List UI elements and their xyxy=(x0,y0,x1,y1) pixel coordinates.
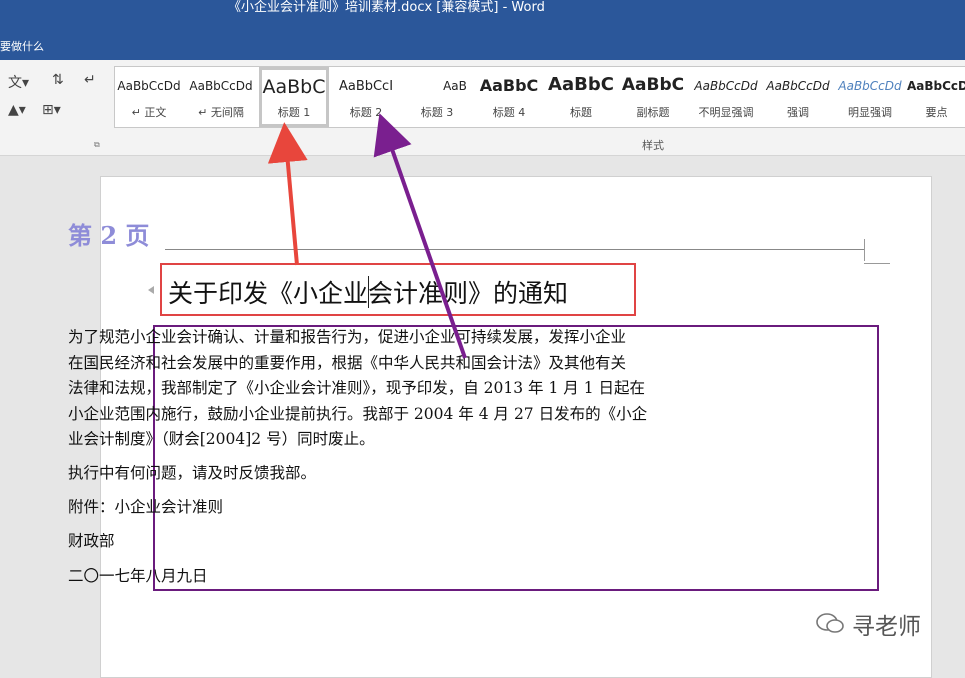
style-item-strong[interactable]: AaBbCcDd 要点 xyxy=(907,67,965,125)
asian-layout-icon[interactable]: 文▾ xyxy=(8,72,29,92)
style-item-heading-3[interactable]: AaB 标题 3 xyxy=(407,67,467,125)
style-name: 标题 1 xyxy=(277,106,311,119)
collapse-icon[interactable] xyxy=(148,286,154,294)
style-item-heading-1[interactable]: AaBbC 标题 1 xyxy=(259,67,329,127)
style-preview: AaBbCcI xyxy=(338,79,394,94)
ribbon: 文▾ ⇅ ↵ ▲▾ ⊞▾ ⧉ AaBbCcDd ↵ 正文 AaBbCcDd ↵ … xyxy=(0,60,965,156)
style-preview: AaBbC xyxy=(479,76,539,95)
paragraph-line[interactable]: 执行中有何问题，请及时反馈我部。 xyxy=(68,460,316,486)
watermark-text: 寻老师 xyxy=(852,614,921,640)
paragraph-tools: 文▾ ⇅ ↵ ▲▾ ⊞▾ ⧉ xyxy=(0,60,108,155)
style-item-no-spacing[interactable]: AaBbCcDd ↵ 无间隔 xyxy=(187,67,255,125)
style-item-heading-2[interactable]: AaBbCcI 标题 2 xyxy=(333,67,399,125)
attachment-line[interactable]: 附件：小企业会计准则 xyxy=(68,494,223,520)
style-name: 标题 3 xyxy=(420,106,454,119)
border-icon[interactable]: ⊞▾ xyxy=(42,102,61,118)
style-preview: AaBbCcDd xyxy=(117,79,181,93)
style-item-title[interactable]: AaBbC 标题 xyxy=(547,67,615,125)
date-line[interactable]: 二〇一七年八月九日 xyxy=(68,563,208,589)
style-name: 不明显强调 xyxy=(698,106,754,119)
style-name: 强调 xyxy=(787,106,809,119)
style-preview: AaBbCcDd xyxy=(189,79,253,93)
shading-icon[interactable]: ▲▾ xyxy=(8,102,26,118)
style-preview: AaB xyxy=(443,79,467,93)
tell-me-bar: 要做什么 xyxy=(0,30,965,60)
sort-icon[interactable]: ⇅ xyxy=(52,72,64,88)
paragraph-line[interactable]: 小企业范围内施行，鼓励小企业提前执行。我部于 2004 年 4 月 27 日发布… xyxy=(68,401,647,427)
dialog-launcher-icon[interactable]: ⧉ xyxy=(94,140,100,150)
paragraph-line[interactable]: 业会计制度》（财会[2004]2 号）同时废止。 xyxy=(68,426,375,452)
style-item-emphasis[interactable]: AaBbCcDd 强调 xyxy=(763,67,833,125)
style-preview: AaBbCcDd xyxy=(766,79,830,93)
style-name: 标题 xyxy=(570,106,592,119)
style-preview: AaBbC xyxy=(548,74,614,95)
style-item-intense-emphasis[interactable]: AaBbCcDd 明显强调 xyxy=(835,67,905,125)
paragraph-line[interactable]: 在国民经济和社会发展中的重要作用，根据《中华人民共和国会计法》及其他有关 xyxy=(68,350,626,376)
style-preview: AaBbCcDd xyxy=(838,79,902,93)
header-rule xyxy=(165,249,865,250)
style-preview: AaBbCcDd xyxy=(907,79,965,93)
style-item-heading-4[interactable]: AaBbC 标题 4 xyxy=(475,67,543,125)
paragraph-line[interactable]: 法律和法规，我部制定了《小企业会计准则》，现予印发，自 2013 年 1 月 1… xyxy=(68,375,645,401)
style-preview: AaBbCcDd xyxy=(694,79,758,93)
header-text: 第 2 页 xyxy=(68,221,150,250)
styles-group-label: 样式 xyxy=(642,139,664,152)
style-name: 明显强调 xyxy=(848,106,892,119)
show-marks-icon[interactable]: ↵ xyxy=(84,72,96,88)
style-name: 标题 2 xyxy=(349,106,383,119)
style-preview: AaBbC xyxy=(621,75,685,95)
paragraph-line[interactable]: 为了规范小企业会计确认、计量和报告行为，促进小企业可持续发展，发挥小企业 xyxy=(68,324,626,350)
style-item-subtitle[interactable]: AaBbC 副标题 xyxy=(619,67,687,125)
tell-me-input[interactable]: 要做什么 xyxy=(0,38,44,54)
styles-gallery: AaBbCcDd ↵ 正文 AaBbCcDd ↵ 无间隔 AaBbC 标题 1 … xyxy=(114,66,965,128)
issuer-line[interactable]: 财政部 xyxy=(68,528,115,554)
style-name: 副标题 xyxy=(636,106,670,119)
style-item-subtle-emphasis[interactable]: AaBbCcDd 不明显强调 xyxy=(691,67,761,125)
style-name: 标题 4 xyxy=(492,106,526,119)
wechat-icon xyxy=(816,613,844,633)
window-title: 《小企业会计准则》培训素材.docx [兼容模式] - Word xyxy=(228,0,545,15)
header-corner xyxy=(864,263,890,264)
title-bar: 《小企业会计准则》培训素材.docx [兼容模式] - Word xyxy=(0,0,965,30)
style-name: ↵ 无间隔 xyxy=(198,106,244,119)
style-name: ↵ 正文 xyxy=(131,106,167,119)
header-corner xyxy=(864,239,865,261)
style-item-normal[interactable]: AaBbCcDd ↵ 正文 xyxy=(115,67,183,125)
style-preview: AaBbC xyxy=(262,76,326,98)
style-name: 要点 xyxy=(925,106,948,119)
text-cursor xyxy=(368,276,369,308)
